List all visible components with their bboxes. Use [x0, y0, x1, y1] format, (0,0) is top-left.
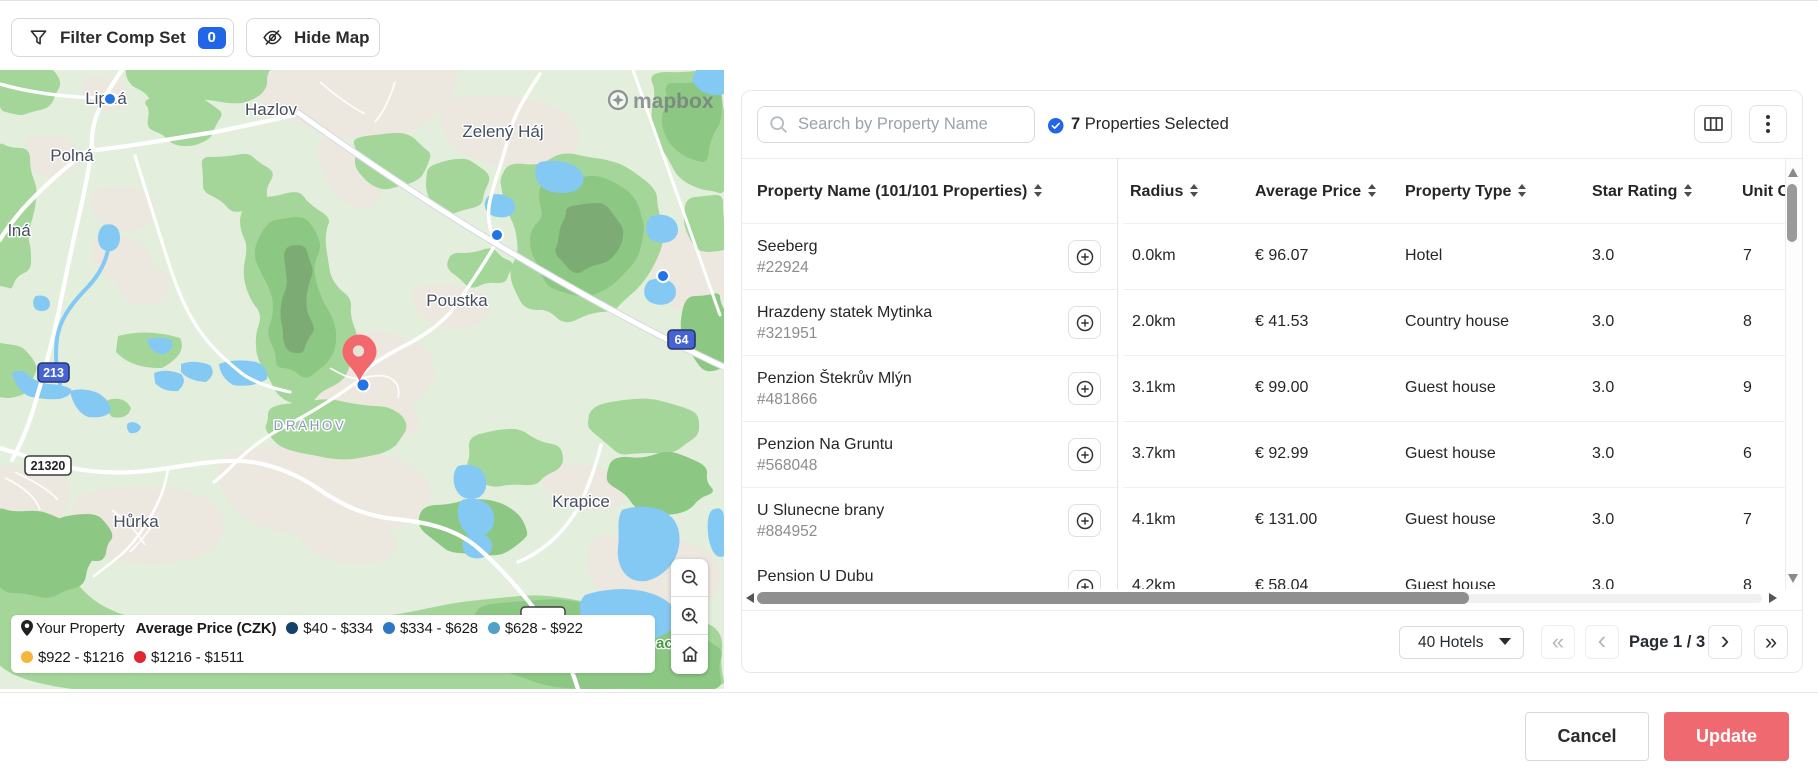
svg-text:Hůrka: Hůrka [113, 512, 159, 531]
svg-text:Krapice: Krapice [552, 492, 610, 511]
svg-text:213: 213 [43, 366, 64, 380]
svg-text:Hazlov: Hazlov [245, 100, 297, 119]
svg-text:Poustka: Poustka [426, 291, 488, 310]
svg-text:Zelený Háj: Zelený Háj [462, 122, 543, 141]
svg-text:21320: 21320 [31, 459, 66, 473]
svg-text:mapbox: mapbox [633, 90, 714, 113]
svg-text:lná: lná [8, 221, 31, 240]
svg-text:Polná: Polná [50, 146, 94, 165]
svg-text:64: 64 [675, 333, 689, 347]
svg-text:DRAHOV: DRAHOV [274, 418, 347, 433]
